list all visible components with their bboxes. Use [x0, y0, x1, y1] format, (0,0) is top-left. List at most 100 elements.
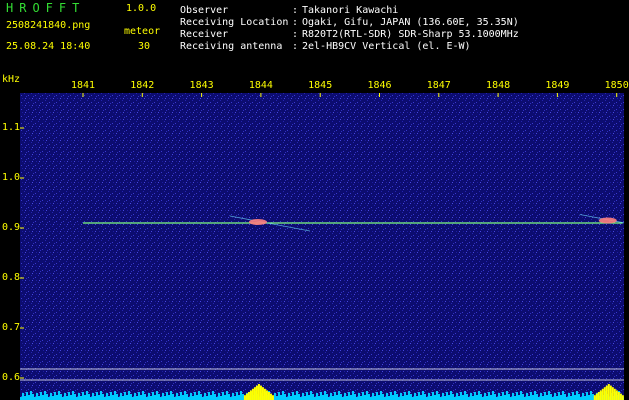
power-peak-2: [613, 388, 616, 400]
power-peak-1: [247, 392, 250, 400]
power-bar: [558, 392, 560, 400]
location-value: Ogaki, Gifu, JAPAN (136.60E, 35.35N): [302, 17, 519, 28]
power-bar: [572, 392, 574, 400]
power-bar: [42, 395, 44, 400]
power-peak-1: [243, 395, 246, 400]
power-bar: [82, 392, 84, 400]
power-bar: [112, 395, 114, 400]
power-bar: [334, 392, 336, 400]
power-bar: [442, 393, 444, 400]
power-bar: [274, 393, 276, 400]
power-bar: [170, 391, 172, 400]
power-bar: [344, 393, 346, 400]
power-bar: [456, 393, 458, 400]
power-bar: [374, 396, 376, 400]
power-bar: [236, 392, 238, 400]
power-bar: [108, 396, 110, 400]
power-bar: [592, 394, 594, 400]
y-tick-0.9: 0.9: [2, 222, 21, 233]
power-bar: [142, 391, 144, 400]
power-bar: [360, 396, 362, 400]
power-peak-1: [265, 390, 268, 400]
power-bar: [240, 391, 242, 400]
power-bar: [462, 395, 464, 400]
power-bar: [394, 391, 396, 400]
power-bar: [232, 393, 234, 400]
power-bar: [278, 392, 280, 400]
power-bar: [490, 395, 492, 400]
power-bar: [382, 394, 384, 400]
power-peak-2: [605, 385, 608, 400]
power-bar: [458, 396, 460, 400]
power-bar: [484, 393, 486, 400]
power-peak-1: [249, 390, 252, 400]
observer-label: Observer: [180, 5, 229, 16]
power-bar: [116, 394, 118, 400]
power-bar: [162, 393, 164, 400]
power-bar: [84, 395, 86, 400]
power-bar: [72, 391, 74, 400]
power-peak-2: [607, 384, 610, 400]
power-bar: [166, 392, 168, 400]
power-bar: [306, 392, 308, 400]
x-tick-1843: 1843: [189, 80, 214, 91]
power-bar: [350, 395, 352, 400]
x-tick-1842: 1842: [130, 80, 155, 91]
power-peak-1: [261, 387, 264, 400]
power-bar: [164, 396, 166, 400]
power-bar: [590, 391, 592, 400]
power-bar: [226, 391, 228, 400]
meteor-echo-2: [598, 217, 617, 224]
power-bar: [192, 396, 194, 400]
power-bar: [50, 393, 52, 400]
power-peak-1: [263, 388, 266, 400]
power-bar: [172, 394, 174, 400]
power-bar: [418, 392, 420, 400]
power-peak-2: [609, 385, 612, 400]
power-bar: [376, 392, 378, 400]
power-bar: [276, 396, 278, 400]
power-bar: [520, 391, 522, 400]
location-label: Receiving Location: [180, 17, 289, 28]
power-bar: [204, 393, 206, 400]
power-bar: [168, 395, 170, 400]
power-bar: [128, 391, 130, 400]
power-bar: [434, 395, 436, 400]
power-bar: [210, 395, 212, 400]
power-bar: [214, 394, 216, 400]
power-bar: [588, 395, 590, 400]
power-bar: [542, 396, 544, 400]
power-bar: [290, 396, 292, 400]
location-colon: :: [292, 17, 299, 28]
power-bar: [106, 393, 108, 400]
power-bar: [26, 392, 28, 400]
power-bar: [194, 392, 196, 400]
power-bar: [576, 391, 578, 400]
power-bar: [126, 395, 128, 400]
power-bar: [478, 391, 480, 400]
y-tick-0.7: 0.7: [2, 322, 21, 333]
power-bar: [414, 393, 416, 400]
power-bar: [152, 392, 154, 400]
power-bar: [476, 395, 478, 400]
power-bar: [534, 391, 536, 400]
power-bar: [218, 393, 220, 400]
power-peak-2: [593, 395, 596, 400]
power-bar: [436, 391, 438, 400]
power-bar: [298, 394, 300, 400]
power-bar: [46, 394, 48, 400]
power-bar: [550, 394, 552, 400]
power-bar: [474, 392, 476, 400]
power-bar: [430, 396, 432, 400]
power-bar: [582, 393, 584, 400]
power-bar: [402, 396, 404, 400]
power-bar: [136, 396, 138, 400]
power-bar: [88, 394, 90, 400]
hrofft-window: HROFFT 1.0.0 2508241840.png meteor 25.08…: [0, 0, 629, 400]
x-tick-1841: 1841: [70, 80, 96, 91]
power-bar: [578, 394, 580, 400]
power-peak-2: [601, 388, 604, 400]
power-bar: [100, 391, 102, 400]
power-bar: [184, 391, 186, 400]
y-axis-unit-label: kHz: [2, 74, 21, 85]
